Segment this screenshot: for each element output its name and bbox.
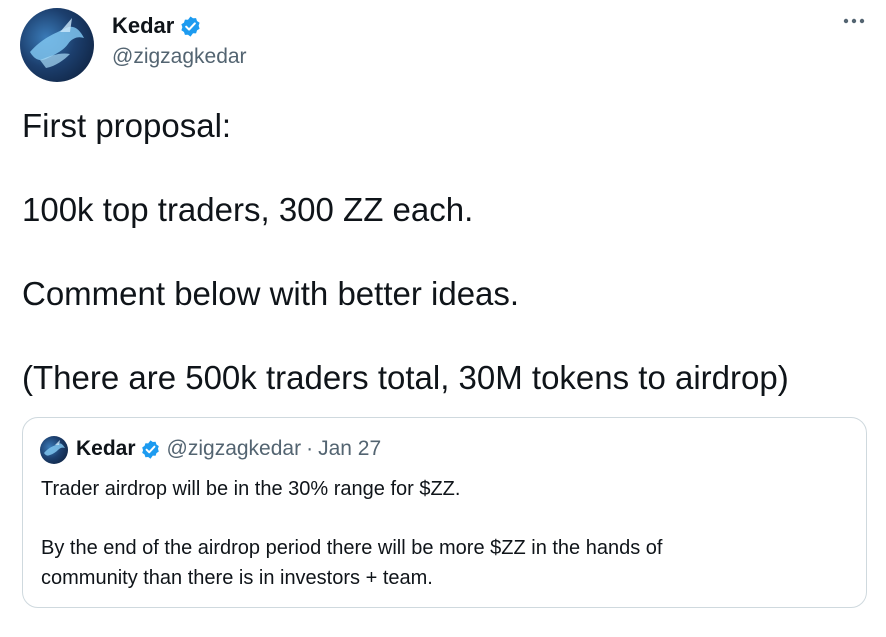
tweet-text-line-1: First proposal:: [22, 107, 232, 144]
author-name-row[interactable]: Kedar: [112, 13, 202, 39]
quote-header: Kedar @zigzagkedar · Jan 27: [76, 437, 381, 461]
verified-badge-icon: [179, 15, 202, 38]
quote-text-line-2: By the end of the airdrop period there w…: [41, 537, 663, 559]
quote-date[interactable]: Jan 27: [318, 437, 381, 461]
tweet-text-line-4: (There are 500k traders total, 30M token…: [22, 359, 789, 396]
quoted-tweet[interactable]: Kedar @zigzagkedar · Jan 27 Trader airdr…: [22, 417, 867, 608]
tweet-text-line-3: Comment below with better ideas.: [22, 275, 520, 312]
tweet-text-line-2: 100k top traders, 300 ZZ each.: [22, 191, 474, 228]
quote-verified-badge-icon: [140, 439, 161, 460]
author-avatar[interactable]: [20, 8, 94, 82]
quote-separator: ·: [306, 437, 314, 460]
quote-avatar-image: [44, 440, 65, 456]
author-handle[interactable]: @zigzagkedar: [112, 45, 247, 69]
more-options-icon[interactable]: [839, 8, 869, 38]
tweet: Kedar @zigzagkedar First proposal: 100k …: [0, 0, 886, 637]
avatar-image: [30, 18, 84, 68]
quote-author-name[interactable]: Kedar: [76, 437, 136, 461]
quote-text-line-1: Trader airdrop will be in the 30% range …: [41, 478, 461, 500]
quote-author-avatar[interactable]: [40, 436, 68, 464]
author-name[interactable]: Kedar: [112, 13, 174, 39]
quote-author-handle[interactable]: @zigzagkedar: [167, 437, 302, 461]
quote-text-line-3: community than there is in investors + t…: [41, 567, 433, 589]
